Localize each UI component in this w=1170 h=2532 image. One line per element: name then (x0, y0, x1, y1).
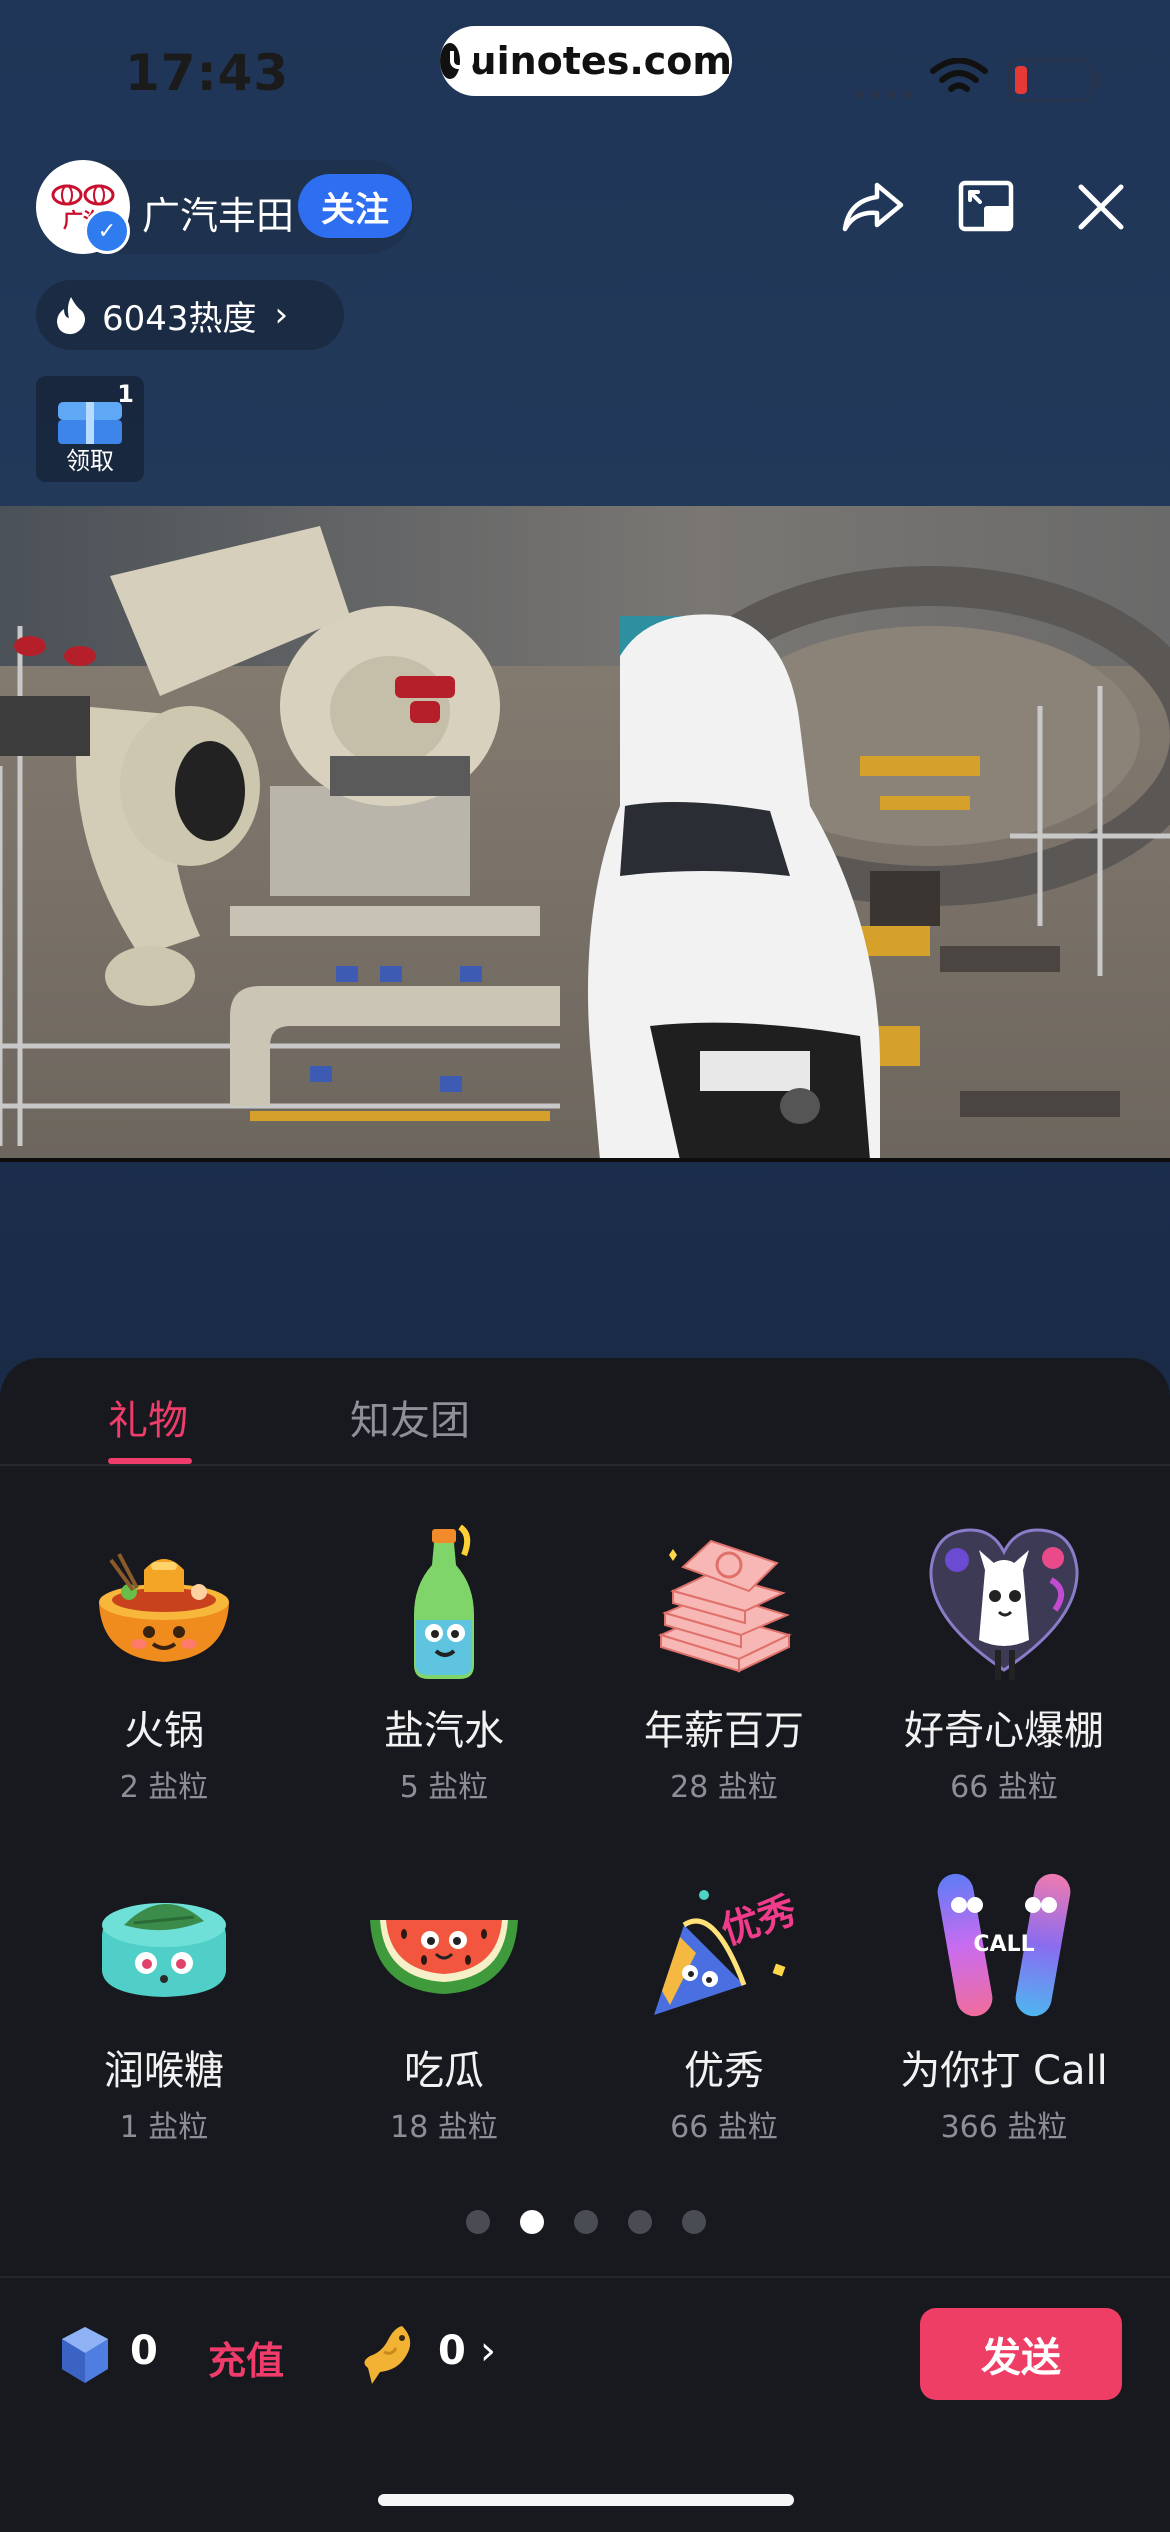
gift-item-hotpot[interactable]: 火锅 2 盐粒 (24, 1520, 304, 1806)
page-dot[interactable] (574, 2210, 598, 2234)
treasure-chest-icon (58, 402, 122, 444)
gift-price: 5 盐粒 (399, 1770, 489, 1805)
close-icon[interactable] (1066, 172, 1136, 242)
gift-item-excellent[interactable]: 优秀 优秀 66 盐粒 (584, 1860, 864, 2146)
gift-price: 28 盐粒 (670, 1770, 778, 1805)
svg-text:优秀: 优秀 (716, 1888, 802, 1953)
glow-sticks-icon: CALL (937, 1873, 1071, 2017)
gift-price: 366 盐粒 (940, 2110, 1068, 2145)
gift-price: 66 盐粒 (950, 1770, 1058, 1805)
gift-name: 润喉糖 (104, 2048, 224, 2094)
party-popper-icon: 优秀 (654, 1888, 802, 2015)
cellular-signal-icon (855, 90, 912, 98)
live-video-frame[interactable] (0, 506, 1170, 1160)
throat-candy-icon (102, 1903, 226, 1997)
gift-item-soda[interactable]: 盐汽水 5 盐粒 (304, 1520, 584, 1806)
curious-heart-icon (929, 1528, 1079, 1680)
gift-item-curious[interactable]: 好奇心爆棚 66 盐粒 (864, 1520, 1144, 1806)
gift-name: 火锅 (124, 1708, 204, 1754)
page-dot-active[interactable] (520, 2210, 544, 2234)
wallet-divider (0, 2276, 1170, 2278)
gift-price: 18 盐粒 (390, 2110, 498, 2145)
soda-bottle-icon (414, 1525, 474, 1679)
tab-fan-club[interactable]: 知友团 (350, 1388, 470, 1446)
gift-name: 优秀 (684, 2048, 764, 2094)
gift-item-call[interactable]: CALL 为你打 Call 366 盐粒 (864, 1860, 1144, 2146)
heat-rank-button[interactable]: 6043热度 › (36, 280, 344, 350)
claim-label: 领取 (66, 447, 114, 475)
page-dot[interactable] (628, 2210, 652, 2234)
factory-robot-car-scene (0, 506, 1170, 1160)
gift-page-indicator (466, 2210, 706, 2234)
hotpot-icon (99, 1553, 229, 1662)
tab-divider (0, 1464, 1170, 1466)
host-name[interactable]: 广汽丰田 (142, 185, 294, 240)
gift-item-throat-candy[interactable]: 润喉糖 1 盐粒 (24, 1860, 304, 2146)
crystal-balance: 0 (130, 2328, 158, 2374)
gift-price: 2 盐粒 (119, 1770, 209, 1805)
follow-button[interactable]: 关注 (298, 174, 412, 238)
battery-icon (1008, 58, 1099, 102)
share-icon[interactable] (838, 172, 908, 242)
svg-text:CALL: CALL (973, 1932, 1034, 1957)
video-divider (0, 1158, 1170, 1162)
url-watermark: uinotes.com (440, 26, 732, 96)
status-time: 17:43 (125, 44, 290, 102)
claim-reward-button[interactable]: 1 领取 (36, 376, 144, 482)
gift-name: 好奇心爆棚 (904, 1708, 1104, 1754)
send-gift-button[interactable]: 发送 (920, 2308, 1122, 2400)
salt-grain-balance[interactable]: 0 (438, 2328, 466, 2374)
wifi-icon (930, 58, 988, 92)
tab-gifts[interactable]: 礼物 (108, 1388, 188, 1446)
gift-name: 盐汽水 (384, 1708, 504, 1754)
recharge-button[interactable]: 充值 (208, 2330, 284, 2385)
gift-name: 为你打 Call (900, 2048, 1108, 2094)
page-dot[interactable] (682, 2210, 706, 2234)
watermelon-icon (370, 1920, 518, 1994)
money-stack-icon (658, 1539, 792, 1673)
heat-value: 6043热度 (102, 298, 257, 339)
verified-badge-icon: ✓ (84, 208, 130, 254)
chevron-right-icon[interactable]: › (480, 2328, 496, 2374)
gift-name: 年薪百万 (644, 1708, 804, 1754)
gift-price: 66 盐粒 (670, 2110, 778, 2145)
page-dot[interactable] (466, 2210, 490, 2234)
gift-price: 1 盐粒 (119, 2110, 209, 2145)
picture-in-picture-icon[interactable] (952, 172, 1022, 242)
uinotes-logo-icon (440, 43, 474, 79)
home-indicator[interactable] (378, 2494, 794, 2506)
salted-fish-icon[interactable] (362, 2322, 418, 2386)
chevron-right-icon: › (274, 295, 289, 335)
gift-item-million-salary[interactable]: 年薪百万 28 盐粒 (584, 1520, 864, 1806)
url-text: uinotes.com (469, 39, 732, 83)
gift-item-watermelon[interactable]: 吃瓜 18 盐粒 (304, 1860, 584, 2146)
crystal-icon (62, 2327, 108, 2383)
flame-icon (57, 297, 85, 335)
gift-name: 吃瓜 (404, 2048, 484, 2094)
